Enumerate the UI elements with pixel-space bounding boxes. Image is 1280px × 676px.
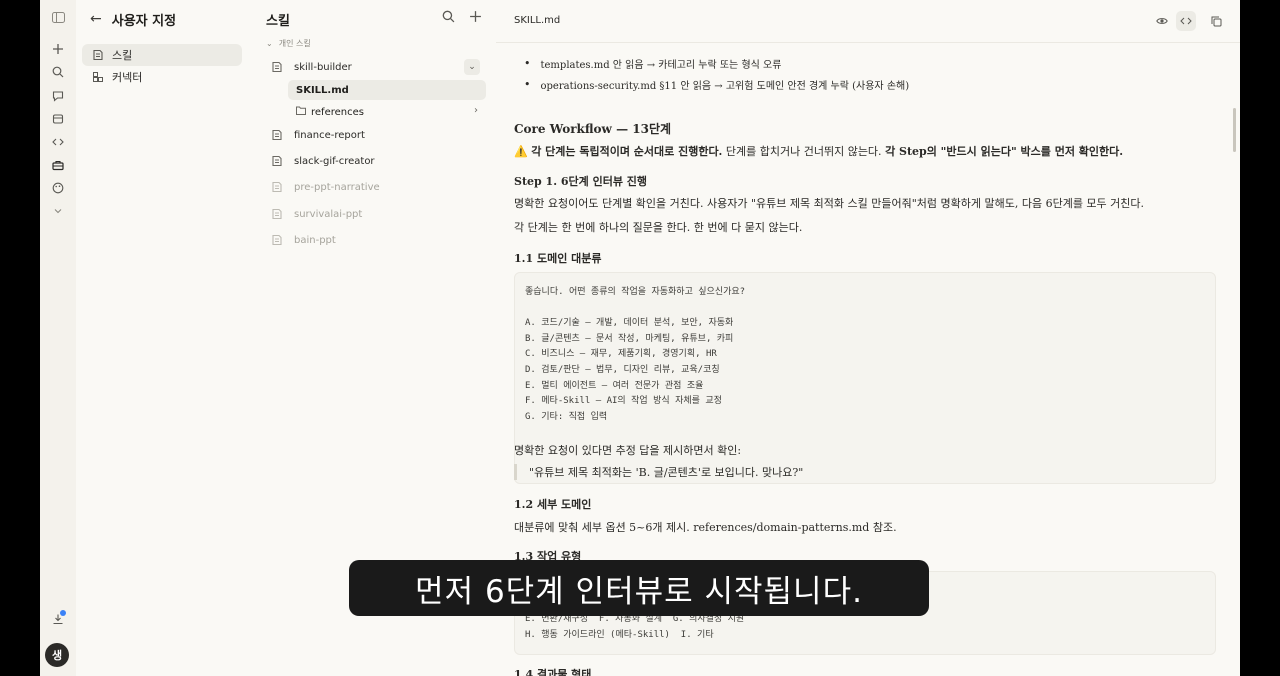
group-label[interactable]: ⌄ 개인 스킬	[266, 38, 311, 49]
subsection-heading: 1.1 도메인 대분류	[514, 252, 602, 265]
nav-item-skills[interactable]: 스킬	[82, 44, 242, 66]
skills-actions	[442, 10, 482, 27]
nav-item-connectors[interactable]: 커넥터	[82, 66, 242, 88]
customize-title: 사용자 지정	[111, 13, 177, 29]
folder-icon	[296, 106, 306, 118]
file-item-skill-md[interactable]: SKILL.md	[288, 80, 486, 100]
paragraph: 각 단계는 한 번에 하나의 질문을 한다. 한 번에 다 묻지 않는다.	[514, 221, 803, 234]
view-toggles	[1152, 11, 1226, 31]
toolbox-icon[interactable]	[48, 155, 68, 175]
connector-icon	[92, 71, 104, 83]
skill-item-finance-report[interactable]: finance-report	[258, 124, 486, 146]
blockquote: "유튜브 제목 최적화는 'B. 글/콘텐츠'로 보입니다. 맞나요?"	[514, 464, 803, 480]
skill-item-skill-builder[interactable]: skill-builder ⌄	[258, 56, 486, 78]
sidebar-toggle-icon[interactable]	[48, 7, 68, 27]
palette-icon[interactable]	[48, 178, 68, 198]
nav-item-label: 스킬	[112, 49, 133, 62]
customize-header: ← 사용자 지정	[90, 10, 177, 29]
back-arrow-icon[interactable]: ←	[90, 11, 102, 27]
icon-rail: 생	[40, 0, 76, 676]
preview-eye-icon[interactable]	[1152, 11, 1172, 31]
projects-icon[interactable]	[48, 109, 68, 129]
skill-file-icon	[270, 180, 284, 194]
skill-file-icon	[270, 233, 284, 247]
list-item: operations-security.md §11 안 읽음 → 고위험 도메…	[514, 77, 910, 92]
section-heading: Core Workflow — 13단계	[514, 122, 672, 136]
skill-file-icon	[270, 128, 284, 142]
add-skill-icon[interactable]	[469, 10, 482, 27]
code-icon[interactable]	[48, 132, 68, 152]
search-icon[interactable]	[48, 62, 68, 82]
avatar[interactable]: 생	[45, 643, 69, 667]
subsection-heading: 1.2 세부 도메인	[514, 498, 592, 511]
skills-title: 스킬	[266, 14, 290, 29]
paragraph: 명확한 요청이어도 단계별 확인을 거친다. 사용자가 "유튜브 제목 최적화 …	[514, 197, 1145, 210]
chevron-down-icon: ⌄	[266, 39, 273, 48]
paragraph: 대분류에 맞춰 세부 옵션 5~6개 제시. references/domain…	[514, 521, 897, 534]
skill-icon	[92, 49, 104, 61]
list-item: templates.md 안 읽음 → 카테고리 누락 또는 형식 오류	[514, 56, 782, 71]
skill-item-slack-gif-creator[interactable]: slack-gif-creator	[258, 150, 486, 172]
video-subtitle: 먼저 6단계 인터뷰로 시작됩니다.	[349, 560, 929, 616]
copy-icon[interactable]	[1206, 11, 1226, 31]
search-icon[interactable]	[442, 10, 455, 27]
notification-dot	[60, 610, 66, 616]
new-chat-icon[interactable]	[48, 39, 68, 59]
customize-panel: ← 사용자 지정 스킬 커넥터	[76, 0, 249, 676]
subsection-heading: 1.4 결과물 형태	[514, 668, 592, 676]
scrollbar[interactable]	[1233, 108, 1236, 152]
skill-file-icon	[270, 60, 284, 74]
folder-item-references[interactable]: references ›	[288, 102, 486, 122]
document-filename: SKILL.md	[514, 15, 561, 26]
skill-file-icon	[270, 154, 284, 168]
skill-item-survivalai-ppt[interactable]: survivalai-ppt	[258, 203, 486, 225]
warning-icon: ⚠️	[514, 145, 528, 158]
chevron-right-icon: ›	[474, 105, 478, 116]
chevron-down-icon[interactable]: ⌄	[464, 59, 480, 75]
chevron-down-icon[interactable]	[48, 201, 68, 221]
skill-file-icon	[270, 207, 284, 221]
warning-paragraph: ⚠️ 각 단계는 독립적이며 순서대로 진행한다. 단계를 합치거나 건너뛰지 …	[514, 145, 1124, 158]
chat-icon[interactable]	[48, 86, 68, 106]
step-heading: Step 1. 6단계 인터뷰 진행	[514, 175, 648, 188]
code-view-icon[interactable]	[1176, 11, 1196, 31]
skill-item-pre-ppt-narrative[interactable]: pre-ppt-narrative	[258, 176, 486, 198]
paragraph: 명확한 요청이 있다면 추정 답을 제시하면서 확인:	[514, 444, 742, 457]
nav-item-label: 커넥터	[112, 71, 143, 84]
skill-item-bain-ppt[interactable]: bain-ppt	[258, 229, 486, 251]
document-toolbar: SKILL.md	[496, 0, 1240, 43]
